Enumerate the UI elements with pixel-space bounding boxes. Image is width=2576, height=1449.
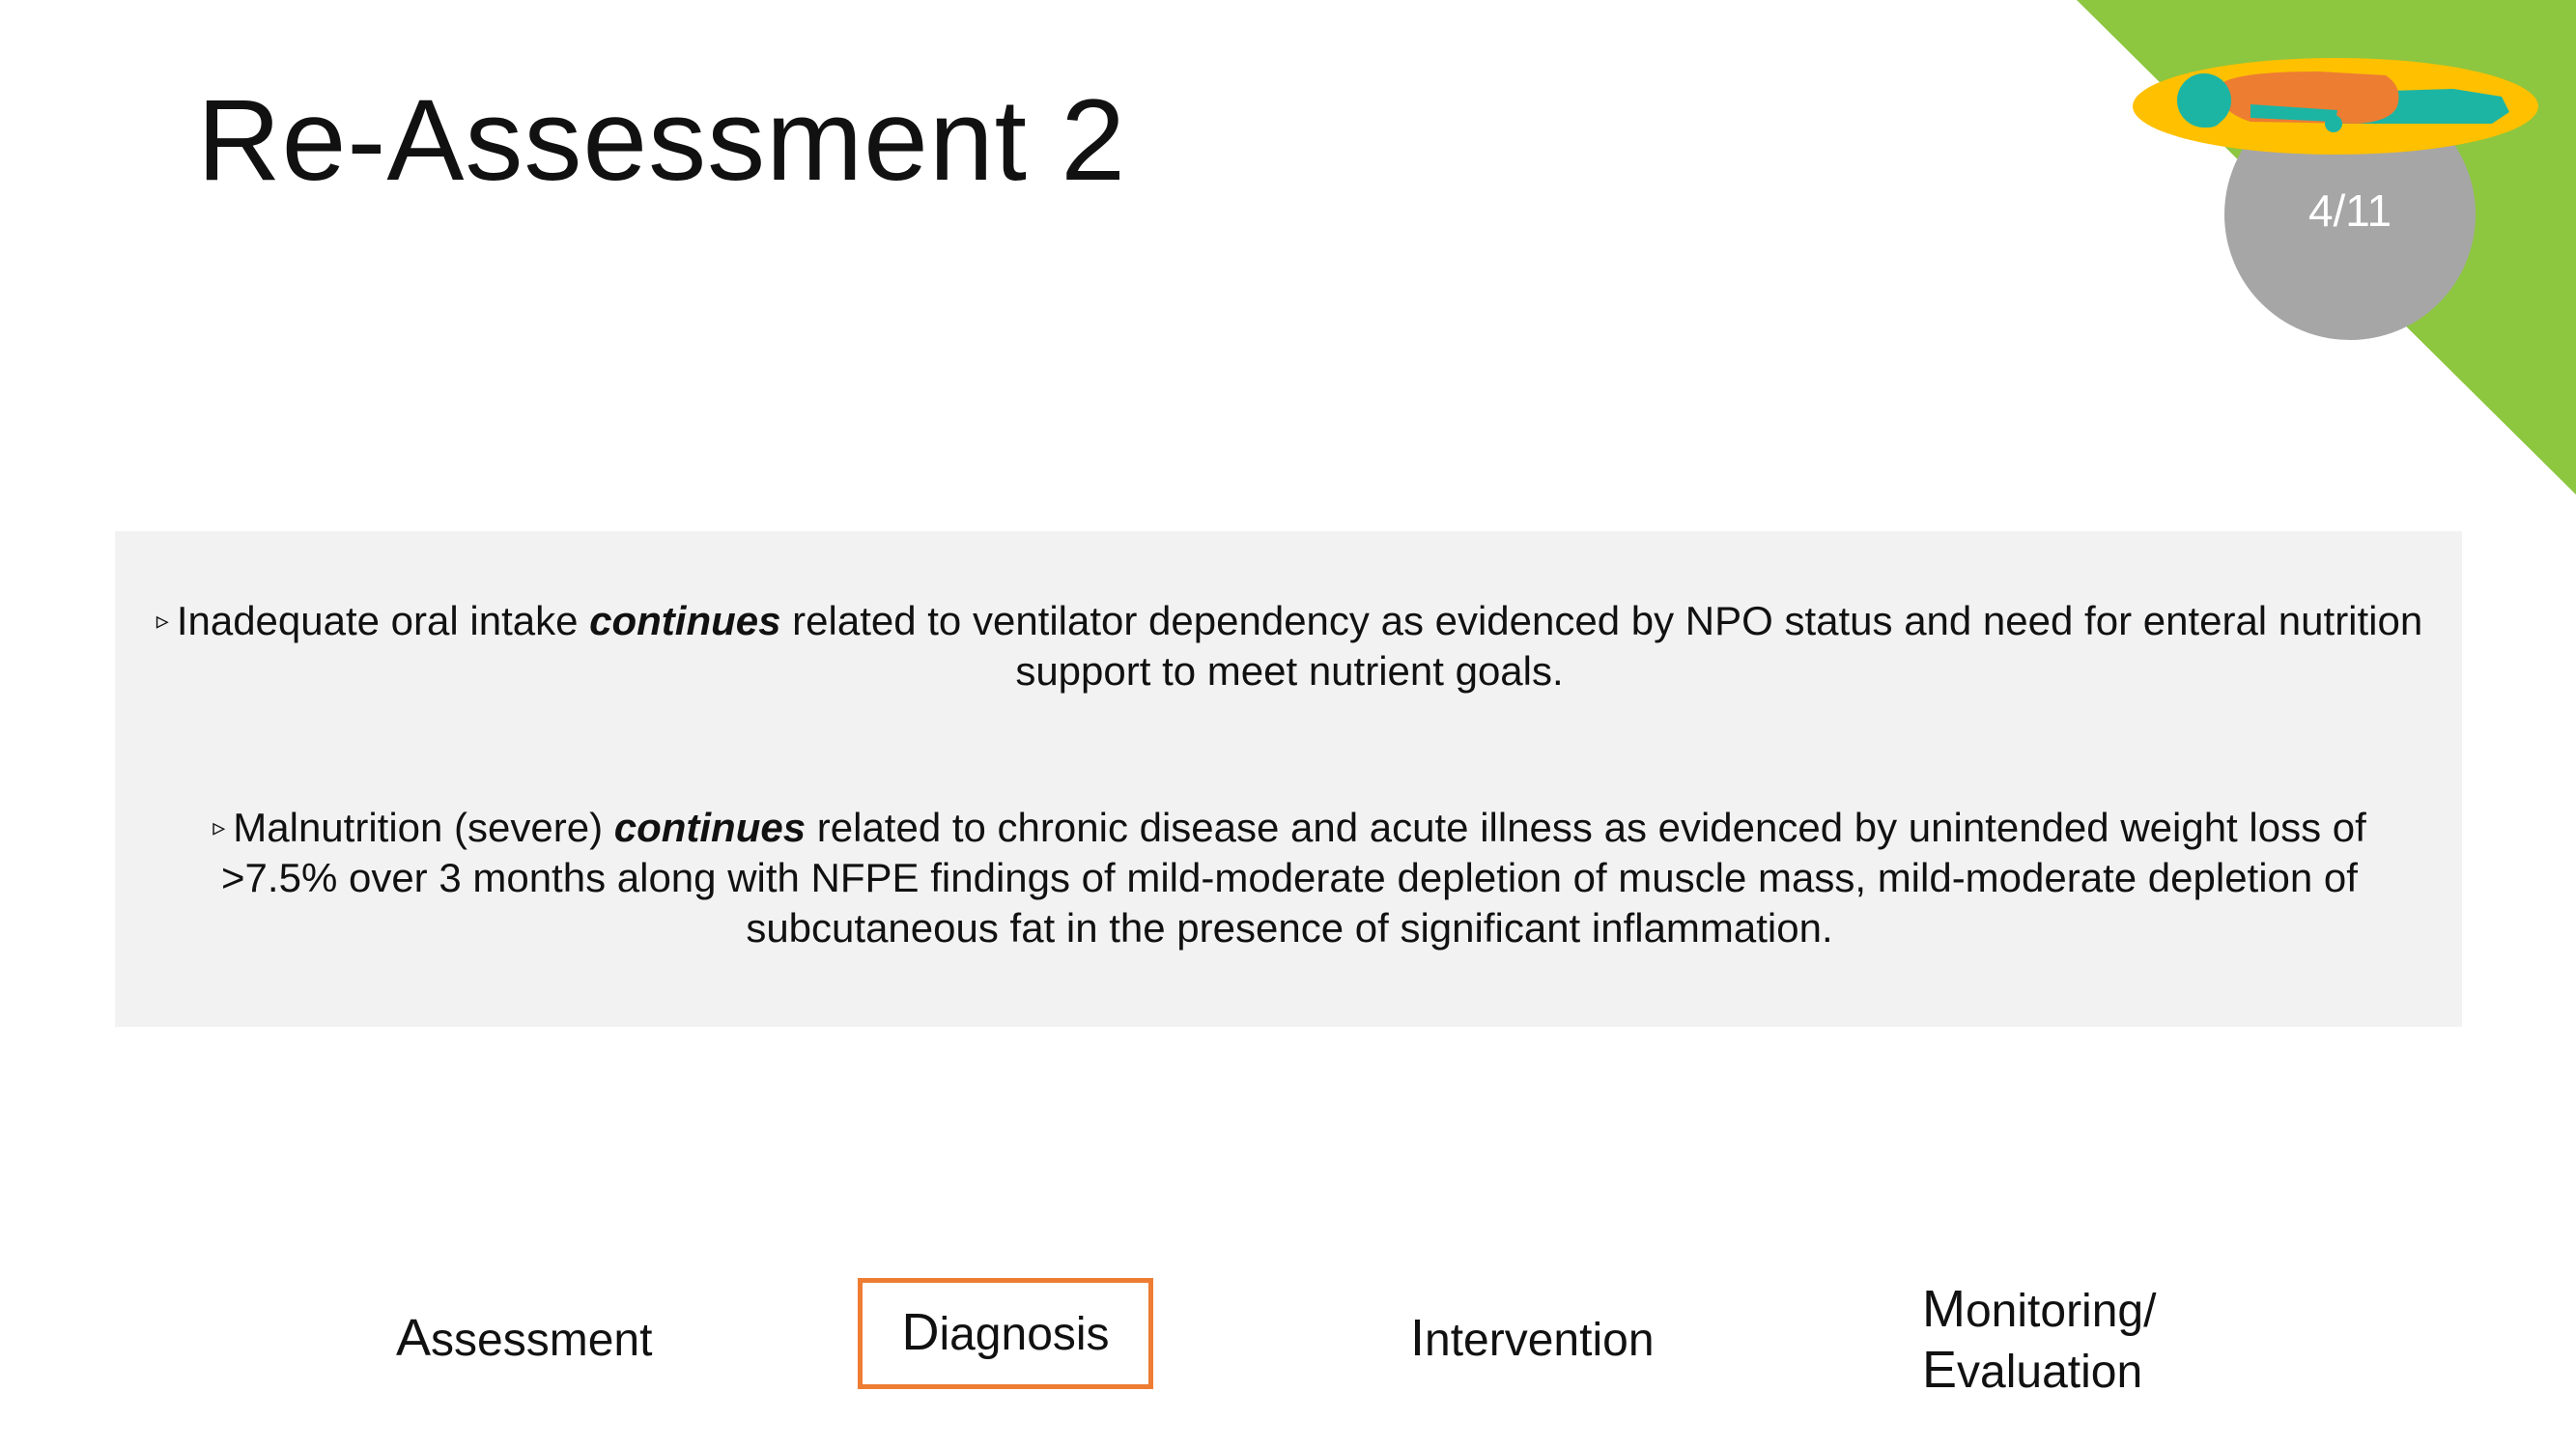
step-label: onitoring/: [1965, 1286, 2157, 1337]
triangle-bullet-icon: ▹: [156, 606, 169, 635]
step-initial: E: [1922, 1341, 1958, 1399]
step-initial: I: [1410, 1309, 1426, 1367]
step-initial: D: [901, 1303, 940, 1361]
step-intervention[interactable]: Intervention: [1410, 1309, 1655, 1370]
statement-emphasis: continues: [613, 805, 807, 850]
triangle-bullet-icon: ▹: [212, 812, 226, 841]
statement-text: Malnutrition (severe): [233, 805, 614, 850]
green-corner-triangle: [2077, 0, 2576, 495]
patient-lying-on-plate-icon: [2133, 58, 2538, 155]
step-monitoring-evaluation[interactable]: Monitoring/ Evaluation: [1922, 1280, 2156, 1402]
step-initial: M: [1922, 1280, 1966, 1338]
step-label: iagnosis: [939, 1309, 1110, 1360]
statement-emphasis: continues: [589, 598, 781, 643]
slide-title: Re-Assessment 2: [197, 75, 1126, 205]
diagnosis-statement: ▹ Malnutrition (severe) continues related…: [155, 802, 2424, 953]
step-label: ntervention: [1425, 1315, 1655, 1366]
step-label: ssessment: [431, 1315, 653, 1366]
step-diagnosis-active[interactable]: Diagnosis: [858, 1278, 1153, 1389]
statement-text: related to ventilator dependency as evid…: [780, 598, 2423, 694]
step-initial: A: [396, 1309, 432, 1367]
step-label: valuation: [1957, 1347, 2143, 1398]
step-assessment[interactable]: Assessment: [396, 1309, 652, 1370]
statement-text: Inadequate oral intake: [176, 598, 590, 643]
slide-number: 4/11: [2307, 185, 2392, 236]
diagnosis-statement: ▹ Inadequate oral intake continues relate…: [155, 595, 2424, 696]
